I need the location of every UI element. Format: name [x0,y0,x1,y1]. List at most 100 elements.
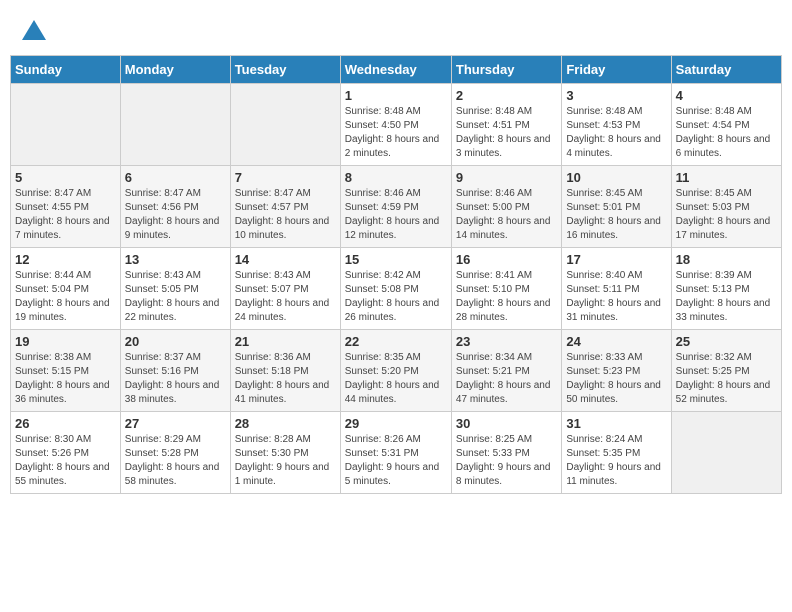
weekday-header-thursday: Thursday [451,56,561,84]
calendar-cell: 1 Sunrise: 8:48 AM Sunset: 4:50 PM Daylig… [340,84,451,166]
calendar-cell: 15 Sunrise: 8:42 AM Sunset: 5:08 PM Dayli… [340,248,451,330]
day-info: Sunrise: 8:24 AM Sunset: 5:35 PM Dayligh… [566,433,666,489]
day-info: Sunrise: 8:43 AM Sunset: 5:05 PM Dayligh… [125,269,226,325]
weekday-header-sunday: Sunday [11,56,121,84]
calendar-cell: 4 Sunrise: 8:48 AM Sunset: 4:54 PM Daylig… [671,84,781,166]
calendar-cell: 29Sunrise: 8:26 AM Sunset: 5:31 PM Dayli… [340,412,451,494]
day-number: 5 [15,170,116,185]
day-number: 11 [676,170,777,185]
calendar-cell: 14 Sunrise: 8:43 AM Sunset: 5:07 PM Dayli… [230,248,340,330]
day-info: Sunrise: 8:39 AM Sunset: 5:13 PM Dayligh… [676,269,777,325]
day-number: 14 [235,252,336,267]
logo-text [20,20,46,45]
day-number: 22 [345,334,447,349]
day-info: Sunrise: 8:47 AM Sunset: 4:55 PM Dayligh… [15,187,116,243]
calendar-cell: 9Sunrise: 8:46 AM Sunset: 5:00 PM Daylig… [451,166,561,248]
day-number: 29 [345,416,447,431]
calendar-week-3: 12 Sunrise: 8:44 AM Sunset: 5:04 PM Dayli… [11,248,782,330]
calendar-cell: 7 Sunrise: 8:47 AM Sunset: 4:57 PM Daylig… [230,166,340,248]
day-number: 19 [15,334,116,349]
day-info: Sunrise: 8:25 AM Sunset: 5:33 PM Dayligh… [456,433,557,489]
day-number: 16 [456,252,557,267]
day-number: 13 [125,252,226,267]
day-info: Sunrise: 8:48 AM Sunset: 4:54 PM Dayligh… [676,105,777,161]
day-info: Sunrise: 8:29 AM Sunset: 5:28 PM Dayligh… [125,433,226,489]
day-number: 25 [676,334,777,349]
day-number: 1 [345,88,447,103]
calendar-week-4: 19 Sunrise: 8:38 AM Sunset: 5:15 PM Dayli… [11,330,782,412]
day-number: 30 [456,416,557,431]
day-number: 7 [235,170,336,185]
day-info: Sunrise: 8:41 AM Sunset: 5:10 PM Dayligh… [456,269,557,325]
calendar-cell: 27 Sunrise: 8:29 AM Sunset: 5:28 PM Dayli… [120,412,230,494]
day-info: Sunrise: 8:38 AM Sunset: 5:15 PM Dayligh… [15,351,116,407]
page-header [10,10,782,50]
day-info: Sunrise: 8:48 AM Sunset: 4:50 PM Dayligh… [345,105,447,161]
calendar-cell: 30 Sunrise: 8:25 AM Sunset: 5:33 PM Dayli… [451,412,561,494]
weekday-header-wednesday: Wednesday [340,56,451,84]
day-info: Sunrise: 8:47 AM Sunset: 4:57 PM Dayligh… [235,187,336,243]
day-info: Sunrise: 8:45 AM Sunset: 5:03 PM Dayligh… [676,187,777,243]
day-info: Sunrise: 8:42 AM Sunset: 5:08 PM Dayligh… [345,269,447,325]
day-info: Sunrise: 8:40 AM Sunset: 5:11 PM Dayligh… [566,269,666,325]
day-number: 24 [566,334,666,349]
calendar-cell: 18 Sunrise: 8:39 AM Sunset: 5:13 PM Dayli… [671,248,781,330]
day-number: 20 [125,334,226,349]
calendar-cell: 28 Sunrise: 8:28 AM Sunset: 5:30 PM Dayli… [230,412,340,494]
calendar-cell: 20 Sunrise: 8:37 AM Sunset: 5:16 PM Dayli… [120,330,230,412]
day-info: Sunrise: 8:47 AM Sunset: 4:56 PM Dayligh… [125,187,226,243]
calendar-cell: 13 Sunrise: 8:43 AM Sunset: 5:05 PM Dayli… [120,248,230,330]
day-info: Sunrise: 8:46 AM Sunset: 4:59 PM Dayligh… [345,187,447,243]
weekday-header-row: SundayMondayTuesdayWednesdayThursdayFrid… [11,56,782,84]
calendar-cell: 8 Sunrise: 8:46 AM Sunset: 4:59 PM Daylig… [340,166,451,248]
day-number: 28 [235,416,336,431]
day-number: 23 [456,334,557,349]
day-number: 10 [566,170,666,185]
day-number: 12 [15,252,116,267]
day-info: Sunrise: 8:45 AM Sunset: 5:01 PM Dayligh… [566,187,666,243]
day-info: Sunrise: 8:43 AM Sunset: 5:07 PM Dayligh… [235,269,336,325]
day-number: 6 [125,170,226,185]
calendar-week-2: 5 Sunrise: 8:47 AM Sunset: 4:55 PM Daylig… [11,166,782,248]
day-number: 27 [125,416,226,431]
weekday-header-saturday: Saturday [671,56,781,84]
day-number: 26 [15,416,116,431]
weekday-header-friday: Friday [562,56,671,84]
day-info: Sunrise: 8:36 AM Sunset: 5:18 PM Dayligh… [235,351,336,407]
day-number: 21 [235,334,336,349]
calendar-cell: 11 Sunrise: 8:45 AM Sunset: 5:03 PM Dayli… [671,166,781,248]
calendar-cell: 10 Sunrise: 8:45 AM Sunset: 5:01 PM Dayli… [562,166,671,248]
day-info: Sunrise: 8:34 AM Sunset: 5:21 PM Dayligh… [456,351,557,407]
calendar-cell: 21 Sunrise: 8:36 AM Sunset: 5:18 PM Dayli… [230,330,340,412]
calendar-cell: 17 Sunrise: 8:40 AM Sunset: 5:11 PM Dayli… [562,248,671,330]
day-number: 17 [566,252,666,267]
calendar-cell: 16 Sunrise: 8:41 AM Sunset: 5:10 PM Dayli… [451,248,561,330]
calendar-cell [11,84,121,166]
day-info: Sunrise: 8:32 AM Sunset: 5:25 PM Dayligh… [676,351,777,407]
day-info: Sunrise: 8:30 AM Sunset: 5:26 PM Dayligh… [15,433,116,489]
day-info: Sunrise: 8:48 AM Sunset: 4:51 PM Dayligh… [456,105,557,161]
day-info: Sunrise: 8:48 AM Sunset: 4:53 PM Dayligh… [566,105,666,161]
day-info: Sunrise: 8:44 AM Sunset: 5:04 PM Dayligh… [15,269,116,325]
calendar-cell: 19 Sunrise: 8:38 AM Sunset: 5:15 PM Dayli… [11,330,121,412]
calendar-week-5: 26 Sunrise: 8:30 AM Sunset: 5:26 PM Dayli… [11,412,782,494]
calendar-cell: 24 Sunrise: 8:33 AM Sunset: 5:23 PM Dayli… [562,330,671,412]
day-info: Sunrise: 8:28 AM Sunset: 5:30 PM Dayligh… [235,433,336,489]
calendar-week-1: 1 Sunrise: 8:48 AM Sunset: 4:50 PM Daylig… [11,84,782,166]
calendar-cell [230,84,340,166]
day-number: 18 [676,252,777,267]
calendar-cell: 26 Sunrise: 8:30 AM Sunset: 5:26 PM Dayli… [11,412,121,494]
calendar-cell: 12 Sunrise: 8:44 AM Sunset: 5:04 PM Dayli… [11,248,121,330]
day-number: 8 [345,170,447,185]
day-number: 31 [566,416,666,431]
day-number: 3 [566,88,666,103]
day-info: Sunrise: 8:46 AM Sunset: 5:00 PM Dayligh… [456,187,557,243]
calendar-cell [120,84,230,166]
day-number: 4 [676,88,777,103]
day-info: Sunrise: 8:33 AM Sunset: 5:23 PM Dayligh… [566,351,666,407]
day-info: Sunrise: 8:37 AM Sunset: 5:16 PM Dayligh… [125,351,226,407]
calendar-cell: 31 Sunrise: 8:24 AM Sunset: 5:35 PM Dayli… [562,412,671,494]
day-number: 15 [345,252,447,267]
calendar-cell: 22Sunrise: 8:35 AM Sunset: 5:20 PM Dayli… [340,330,451,412]
calendar-cell: 5 Sunrise: 8:47 AM Sunset: 4:55 PM Daylig… [11,166,121,248]
